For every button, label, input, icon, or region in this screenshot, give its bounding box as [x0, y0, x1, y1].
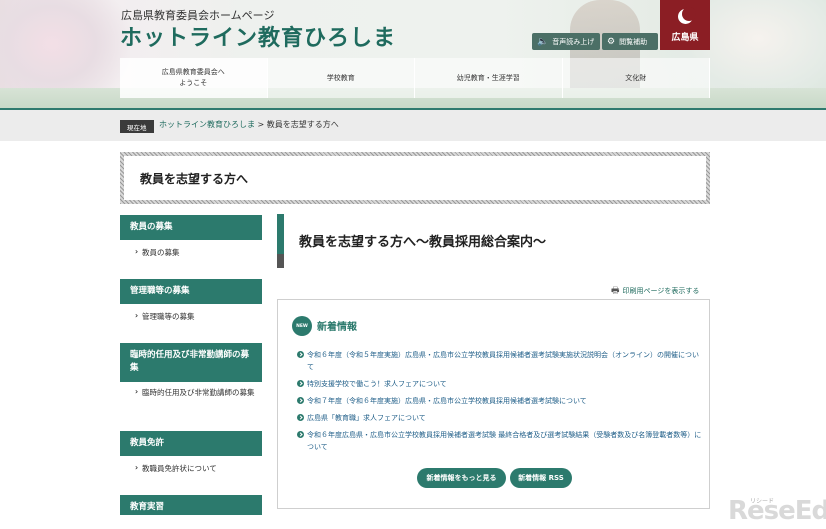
voice-readout-button[interactable]: 🔈 音声読み上げ [532, 33, 600, 50]
main-heading-text: 教員を志望する方へ～教員採用総合案内～ [299, 235, 547, 250]
global-nav: 広島県教育委員会へ ようこそ 学校教育 幼児教育・生涯学習 文化財 [120, 58, 710, 98]
sidebar-link-recruitment[interactable]: 教員の募集 [135, 246, 262, 259]
speaker-icon: 🔈 [537, 36, 549, 47]
sidebar-heading-temporary[interactable]: 臨時的任用及び非常勤講師の募集 [120, 343, 262, 382]
sidebar-link-temporary[interactable]: 臨時的任用及び非常勤講師の募集 [135, 386, 262, 399]
voice-readout-label: 音声読み上げ [552, 37, 595, 46]
sidebar-heading-management[interactable]: 管理職等の募集 [120, 279, 262, 304]
new-badge-icon: NEW [292, 316, 312, 336]
crescent-logo-icon [676, 6, 696, 26]
sidebar-link-management[interactable]: 管理職等の募集 [135, 310, 262, 323]
news-item-link[interactable]: 令和６年度広島県・広島市公立学校教員採用候補者選考試験 最終合格者及び選考試験結… [297, 429, 702, 453]
breadcrumb-separator: > [255, 120, 267, 129]
printer-icon: 🖶 [611, 286, 620, 296]
sidebar-heading-practicum[interactable]: 教育実習 [120, 495, 262, 515]
gear-icon: ⚙ [607, 36, 616, 47]
sidebar-heading-recruitment[interactable]: 教員の募集 [120, 215, 262, 240]
news-item-link[interactable]: 広島県「教育職」求人フェアについて [297, 412, 702, 424]
accessibility-assist-label: 閲覧補助 [619, 37, 648, 46]
sidebar-heading-license[interactable]: 教員免許 [120, 431, 262, 456]
news-title: 新着情報 [317, 322, 357, 333]
breadcrumb-home-link[interactable]: ホットライン教育ひろしま [159, 120, 255, 129]
news-rss-button[interactable]: 新着情報 RSS [510, 468, 572, 488]
nav-item-school-education[interactable]: 学校教育 [267, 58, 415, 98]
breadcrumb-current: 教員を志望する方へ [266, 120, 339, 129]
nav-item-early-lifelong[interactable]: 幼児教育・生涯学習 [415, 58, 563, 98]
page-title-box: 教員を志望する方へ [120, 152, 710, 204]
news-item-link[interactable]: 令和７年度（令和６年度実施）広島県・広島市公立学校教員採用候補者選考試験について [297, 395, 702, 407]
news-item-link[interactable]: 特別支援学校で働こう！求人フェアについて [297, 378, 702, 390]
accessibility-assist-button[interactable]: ⚙ 閲覧補助 [602, 33, 658, 50]
sidebar-link-license[interactable]: 教職員免許状について [135, 462, 262, 475]
nav-item-cultural-assets[interactable]: 文化財 [562, 58, 710, 98]
prefecture-label: 広島県 [671, 32, 699, 43]
page-title: 教員を志望する方へ [140, 172, 249, 186]
watermark-logo: ReseEd [728, 496, 826, 526]
prefecture-logo-link[interactable]: 広島県 [660, 0, 710, 50]
more-news-button[interactable]: 新着情報をもっと見る [417, 468, 506, 488]
site-title-link[interactable]: ホットライン教育ひろしま [120, 20, 396, 52]
breadcrumb: ホットライン教育ひろしま > 教員を志望する方へ [159, 119, 339, 130]
news-item-link[interactable]: 令和６年度（令和５年度実施）広島県・広島市公立学校教員採用候補者選考試験実施状況… [297, 349, 702, 373]
breadcrumb-tag: 現在地 [120, 120, 154, 133]
print-page-link[interactable]: 🖶 印刷用ページを表示する [611, 283, 699, 299]
main-heading: 教員を志望する方へ～教員採用総合案内～ [277, 214, 710, 268]
watermark-small-text: リシード [750, 498, 775, 505]
nav-item-welcome[interactable]: 広島県教育委員会へ ようこそ [120, 58, 268, 98]
print-page-label: 印刷用ページを表示する [622, 287, 700, 295]
